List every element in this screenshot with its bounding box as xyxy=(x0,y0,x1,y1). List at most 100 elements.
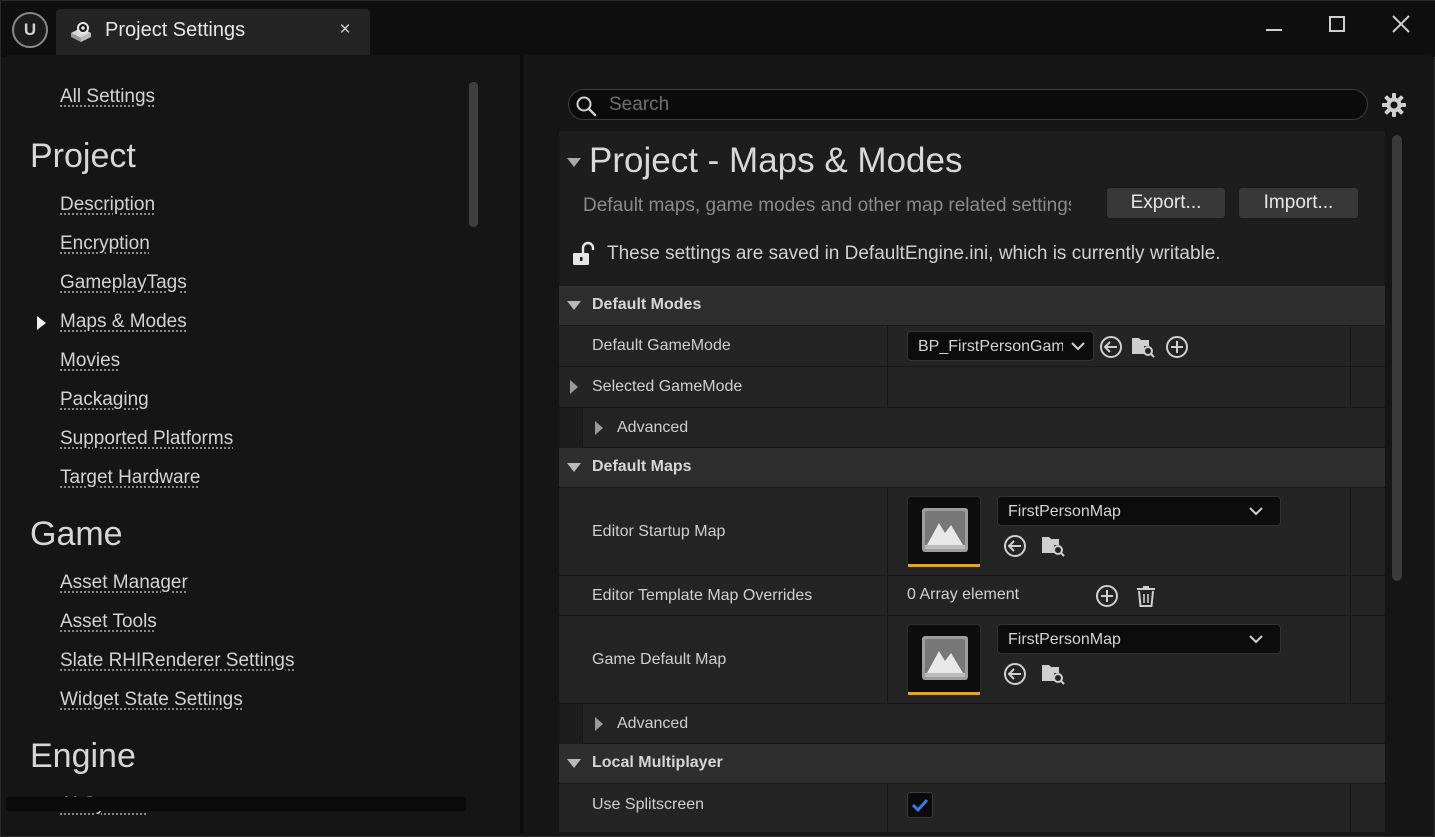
chevron-down-icon xyxy=(1063,339,1093,353)
nav-item-asset-manager[interactable]: Asset Manager xyxy=(60,572,188,594)
use-selected-asset-icon[interactable] xyxy=(1003,534,1027,558)
section-description: Default maps, game modes and other map r… xyxy=(583,195,1071,216)
project-settings-window: U Project Settings × All Settings Projec… xyxy=(0,0,1435,837)
column-divider xyxy=(1350,488,1351,575)
collapse-icon xyxy=(567,759,581,768)
details-view: Project - Maps & Modes Default maps, gam… xyxy=(559,131,1385,833)
chevron-down-icon xyxy=(1249,507,1263,516)
checkmark-icon xyxy=(911,798,929,813)
advanced-label: Advanced xyxy=(617,715,689,732)
nav-item-target-hardware[interactable]: Target Hardware xyxy=(60,467,200,489)
property-label: Use Splitscreen xyxy=(592,796,705,813)
trash-icon[interactable] xyxy=(1134,584,1158,608)
map-asset-icon xyxy=(922,508,968,552)
close-window-button[interactable] xyxy=(1381,9,1421,39)
export-button[interactable]: Export... xyxy=(1106,187,1226,219)
property-editor-template-map-overrides: Editor Template Map Overrides 0 Array el… xyxy=(559,576,1385,616)
column-divider xyxy=(1350,326,1351,366)
column-divider xyxy=(1350,616,1351,703)
nav-item-widget-state-settings[interactable]: Widget State Settings xyxy=(60,689,243,711)
category-label: Local Multiplayer xyxy=(592,754,723,771)
browse-asset-icon[interactable] xyxy=(1041,661,1065,685)
browse-asset-icon[interactable] xyxy=(1041,533,1065,557)
unreal-logo-icon[interactable]: U xyxy=(12,12,48,48)
tab-project-settings[interactable]: Project Settings × xyxy=(56,9,370,55)
property-use-splitscreen: Use Splitscreen xyxy=(559,784,1385,833)
column-divider xyxy=(1350,576,1351,615)
game-default-map-dropdown[interactable]: FirstPersonMap xyxy=(997,624,1281,654)
editor-startup-map-dropdown[interactable]: FirstPersonMap xyxy=(997,496,1281,526)
minimize-icon xyxy=(1266,29,1282,31)
map-thumbnail[interactable] xyxy=(907,496,981,568)
section-collapse-icon[interactable] xyxy=(567,158,581,167)
expand-icon[interactable] xyxy=(570,380,578,394)
add-element-icon[interactable] xyxy=(1095,584,1119,608)
gear-icon[interactable] xyxy=(1381,92,1407,118)
property-label: Editor Template Map Overrides xyxy=(592,587,813,604)
nav-item-encryption[interactable]: Encryption xyxy=(60,233,150,255)
title-bar: U Project Settings × xyxy=(1,1,1435,57)
config-file-note: These settings are saved in DefaultEngin… xyxy=(607,243,1221,264)
nav-item-movies[interactable]: Movies xyxy=(60,350,120,372)
category-local-multiplayer[interactable]: Local Multiplayer xyxy=(559,744,1385,784)
close-icon xyxy=(1392,15,1410,33)
dropdown-value: FirstPersonMap xyxy=(1008,503,1121,520)
import-button[interactable]: Import... xyxy=(1238,187,1359,219)
collapse-icon xyxy=(567,463,581,472)
advanced-default-modes[interactable]: Advanced xyxy=(582,408,1385,448)
selected-arrow-icon xyxy=(37,316,46,330)
array-count: 0 Array element xyxy=(907,586,1020,603)
nav-category-project: Project xyxy=(30,137,136,175)
nav-item-packaging[interactable]: Packaging xyxy=(60,389,149,411)
use-splitscreen-checkbox[interactable] xyxy=(907,792,933,818)
expand-icon[interactable] xyxy=(595,421,603,435)
use-selected-asset-icon[interactable] xyxy=(1003,662,1027,686)
asset-type-bar xyxy=(908,692,980,695)
name-column: Game Default Map xyxy=(559,616,888,703)
search-input[interactable] xyxy=(609,92,1349,118)
nav-item-maps-modes[interactable]: Maps & Modes xyxy=(60,311,187,333)
nav-category-game: Game xyxy=(30,515,123,553)
property-default-gamemode: Default GameMode BP_FirstPersonGameMode xyxy=(559,326,1385,367)
property-label: Selected GameMode xyxy=(592,378,743,395)
nav-item-supported-platforms[interactable]: Supported Platforms xyxy=(60,428,233,450)
map-asset-icon xyxy=(922,636,968,680)
gamemode-dropdown[interactable]: BP_FirstPersonGameMode xyxy=(907,331,1094,361)
details-scrollbar[interactable] xyxy=(1392,135,1402,581)
nav-item-asset-tools[interactable]: Asset Tools xyxy=(60,611,157,633)
property-selected-gamemode[interactable]: Selected GameMode xyxy=(559,367,1385,408)
name-column: Editor Template Map Overrides xyxy=(559,576,888,615)
nav-item-slate-rhirenderer-settings[interactable]: Slate RHIRenderer Settings xyxy=(60,650,294,672)
maximize-icon xyxy=(1329,16,1345,32)
dropdown-value: FirstPersonMap xyxy=(1008,631,1121,648)
collapse-icon xyxy=(567,301,581,310)
maximize-button[interactable] xyxy=(1317,9,1357,39)
nav-item-gameplaytags[interactable]: GameplayTags xyxy=(60,272,187,294)
property-label: Game Default Map xyxy=(592,651,727,668)
category-label: Default Modes xyxy=(592,296,702,313)
nav-all-settings[interactable]: All Settings xyxy=(60,86,155,108)
expand-icon[interactable] xyxy=(595,717,603,731)
column-divider xyxy=(1350,784,1351,832)
nav-category-engine: Engine xyxy=(30,737,136,775)
nav-scrollbar[interactable] xyxy=(469,82,478,227)
use-selected-asset-icon[interactable] xyxy=(1099,335,1123,359)
property-label: Editor Startup Map xyxy=(592,523,726,540)
column-divider xyxy=(1350,367,1351,407)
category-label: Default Maps xyxy=(592,458,692,475)
scroll-fade xyxy=(6,797,466,811)
advanced-default-maps[interactable]: Advanced xyxy=(582,704,1385,744)
category-default-modes[interactable]: Default Modes xyxy=(559,286,1385,326)
settings-navigation: All Settings Project Description Encrypt… xyxy=(6,55,520,833)
nav-item-description[interactable]: Description xyxy=(60,194,155,216)
category-default-maps[interactable]: Default Maps xyxy=(559,448,1385,488)
map-thumbnail[interactable] xyxy=(907,624,981,696)
unlocked-icon xyxy=(573,241,595,265)
minimize-button[interactable] xyxy=(1254,9,1294,39)
add-icon[interactable] xyxy=(1165,335,1189,359)
tab-close-button[interactable]: × xyxy=(334,19,356,41)
browse-asset-icon[interactable] xyxy=(1131,334,1155,358)
tab-title: Project Settings xyxy=(105,19,246,41)
search-box[interactable] xyxy=(568,89,1368,120)
property-game-default-map: Game Default Map FirstPersonMap xyxy=(559,616,1385,704)
